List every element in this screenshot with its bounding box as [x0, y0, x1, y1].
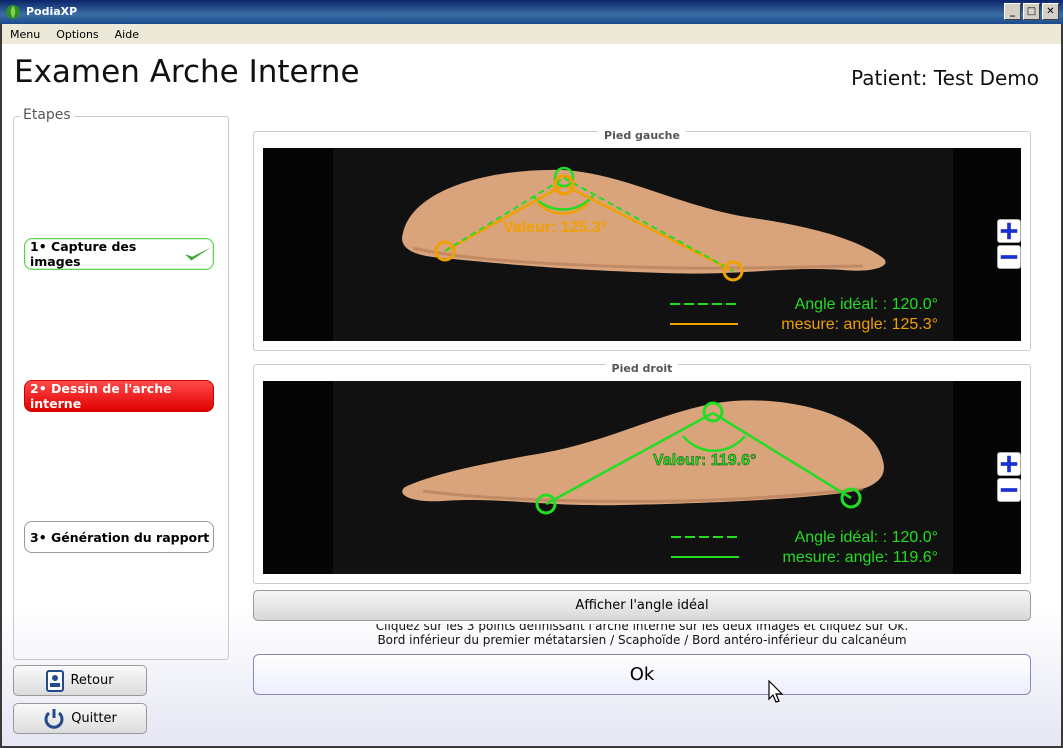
menu-options[interactable]: Options: [48, 28, 106, 41]
left-foot-panel: Pied gauche Valeur: 125.3° Angle idéal: …: [253, 129, 1031, 351]
legend-ideal: Angle idéal: : 120.0°: [795, 296, 938, 313]
steps-group: Etapes 1• Capture des images 2• Dessin d…: [13, 107, 229, 660]
panel-title: Pied gauche: [598, 129, 686, 142]
step-label: 1• Capture des images: [30, 239, 137, 269]
panel-title: Pied droit: [605, 362, 679, 375]
legend-ideal: Angle idéal: : 120.0°: [795, 529, 938, 546]
mouse-cursor-icon: [768, 680, 784, 703]
ok-button[interactable]: Ok: [253, 654, 1031, 695]
page-title: Examen Arche Interne: [14, 54, 360, 90]
quitter-button[interactable]: Quitter: [13, 703, 147, 734]
zoom-out-button[interactable]: [997, 245, 1021, 269]
step-label: 2• Dessin de l'arche interne: [30, 381, 172, 411]
angle-value: Valeur: 125.3°: [503, 219, 607, 236]
instruction-line-1: Cliquez sur les 3 points définissant l'a…: [375, 624, 909, 633]
right-foot-panel: Pied droit Valeur: 119.6° Angle idéal: :…: [253, 362, 1031, 584]
minimize-button[interactable]: _: [1004, 3, 1021, 20]
zoom-in-button[interactable]: [997, 452, 1021, 476]
legend-measure: mesure: angle: 125.3°: [781, 316, 938, 333]
window-title: PodiaXP: [26, 5, 78, 18]
power-icon: [44, 708, 64, 729]
maximize-button[interactable]: □: [1023, 3, 1040, 20]
check-icon: [185, 247, 212, 261]
ok-label: Ok: [629, 664, 655, 685]
close-button[interactable]: ✕: [1042, 3, 1059, 20]
step-label: 3• Génération du rapport: [30, 529, 210, 545]
legend-measure: mesure: angle: 119.6°: [782, 549, 938, 566]
retour-label: Retour: [70, 673, 114, 688]
angle-value: Valeur: 119.6°: [653, 452, 756, 469]
quitter-label: Quitter: [71, 711, 117, 726]
menu-bar: Menu Options Aide: [2, 24, 1061, 44]
app-leaf-icon: [6, 5, 20, 19]
show-ideal-angle-label: Afficher l'angle idéal: [575, 598, 709, 613]
step-capture-images[interactable]: 1• Capture des images: [24, 238, 214, 270]
zoom-in-button[interactable]: [997, 219, 1021, 243]
right-foot-image[interactable]: Valeur: 119.6° Angle idéal: : 120.0° mes…: [263, 381, 1021, 574]
menu-menu[interactable]: Menu: [2, 28, 48, 41]
show-ideal-angle-button[interactable]: Afficher l'angle idéal: [253, 590, 1031, 621]
patient-card-icon: [46, 669, 65, 692]
zoom-out-button[interactable]: [997, 478, 1021, 502]
step-generate-report[interactable]: 3• Génération du rapport: [24, 521, 214, 553]
retour-button[interactable]: Retour: [13, 665, 147, 696]
patient-name: Patient: Test Demo: [851, 66, 1039, 90]
menu-aide[interactable]: Aide: [107, 28, 147, 41]
steps-legend: Etapes: [20, 107, 74, 123]
title-bar: PodiaXP _ □ ✕: [0, 0, 1063, 24]
main-window: Examen Arche Interne Patient: Test Demo …: [2, 44, 1061, 746]
step-draw-arch[interactable]: 2• Dessin de l'arche interne: [24, 380, 214, 412]
instruction-line-2: Bord inférieur du premier métatarsien / …: [377, 633, 907, 647]
instructions-text: Cliquez sur les 3 points définissant l'a…: [253, 624, 1031, 648]
left-foot-image[interactable]: Valeur: 125.3° Angle idéal: : 120.0° mes…: [263, 148, 1021, 341]
